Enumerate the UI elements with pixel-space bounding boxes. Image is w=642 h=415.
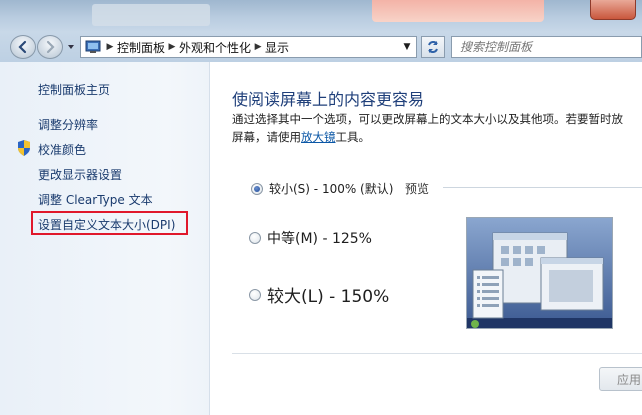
highlight-box: [31, 211, 188, 235]
back-arrow-icon: [18, 40, 27, 54]
back-button[interactable]: [10, 35, 36, 59]
radio-large[interactable]: [249, 288, 261, 301]
sidebar-item-calibrate-color[interactable]: 校准颜色: [38, 141, 86, 158]
breadcrumb-item[interactable]: 显示: [265, 37, 289, 57]
main-content: 使阅读屏幕上的内容更容易 通过选择其中一个选项，可以更改屏幕上的文本大小以及其他…: [211, 62, 642, 415]
search-input[interactable]: [460, 40, 630, 54]
address-dropdown-icon[interactable]: ▼: [398, 37, 416, 57]
refresh-button[interactable]: [421, 36, 445, 58]
control-panel-icon: [85, 40, 101, 53]
breadcrumb-item[interactable]: 外观和个性化: [179, 37, 251, 57]
preview-image: [466, 217, 613, 329]
option-medium-label: 中等(M) - 125%: [267, 231, 372, 247]
apply-button[interactable]: 应用: [599, 367, 642, 391]
sidebar-item-cleartype[interactable]: 调整 ClearType 文本: [38, 191, 153, 208]
refresh-icon: [428, 41, 438, 53]
shield-icon: [18, 140, 30, 156]
option-large[interactable]: 较大(L) - 150%: [249, 282, 389, 307]
description-line-1: 通过选择其中一个选项，可以更改屏幕上的文本大小以及其他项。若要暂时放: [232, 112, 623, 126]
page-title: 使阅读屏幕上的内容更容易: [232, 90, 425, 109]
history-dropdown-icon[interactable]: [66, 42, 76, 52]
address-bar[interactable]: ▶ 控制面板 ▶ 外观和个性化 ▶ 显示 ▼: [80, 36, 417, 58]
option-large-label: 较大(L) - 150%: [267, 287, 390, 307]
sidebar-item-home[interactable]: 控制面板主页: [38, 81, 110, 98]
sidebar-item-resolution[interactable]: 调整分辨率: [38, 116, 98, 133]
magnifier-link[interactable]: 放大镜: [301, 130, 336, 144]
title-highlight: [372, 0, 544, 22]
preview-label: 预览: [405, 182, 430, 196]
option-small-label: 较小(S) - 100% (默认): [269, 182, 394, 196]
forward-button[interactable]: [37, 35, 63, 59]
radio-small[interactable]: [251, 182, 263, 195]
preview-divider: [443, 187, 642, 188]
description-prefix: 屏幕，请使用: [232, 130, 301, 144]
option-medium[interactable]: 中等(M) - 125%: [249, 228, 372, 248]
description-suffix: 工具。: [335, 130, 371, 144]
radio-medium[interactable]: [249, 232, 261, 244]
preview-desktop-illustration: [467, 218, 612, 328]
description-line-2: 屏幕，请使用放大镜工具。: [232, 128, 642, 146]
title-blur: [92, 4, 210, 26]
sidebar: 控制面板主页 调整分辨率 校准颜色 更改显示器设置 调整 ClearType 文…: [0, 62, 210, 415]
search-box[interactable]: [451, 36, 642, 58]
breadcrumb-separator: ▶: [106, 42, 114, 52]
description: 通过选择其中一个选项，可以更改屏幕上的文本大小以及其他项。若要暂时放 屏幕，请使…: [232, 110, 642, 146]
option-small[interactable]: 较小(S) - 100% (默认): [251, 180, 393, 197]
breadcrumb-separator[interactable]: ▶: [165, 42, 179, 52]
breadcrumb-item[interactable]: 控制面板: [117, 37, 165, 57]
close-button[interactable]: [590, 0, 636, 20]
sidebar-item-display-settings[interactable]: 更改显示器设置: [38, 166, 122, 183]
bottom-divider: [232, 353, 642, 354]
navigation-bar: ▶ 控制面板 ▶ 外观和个性化 ▶ 显示 ▼: [0, 32, 642, 62]
window-titlebar: [0, 0, 642, 32]
forward-arrow-icon: [46, 40, 55, 54]
breadcrumb-separator[interactable]: ▶: [251, 42, 265, 52]
